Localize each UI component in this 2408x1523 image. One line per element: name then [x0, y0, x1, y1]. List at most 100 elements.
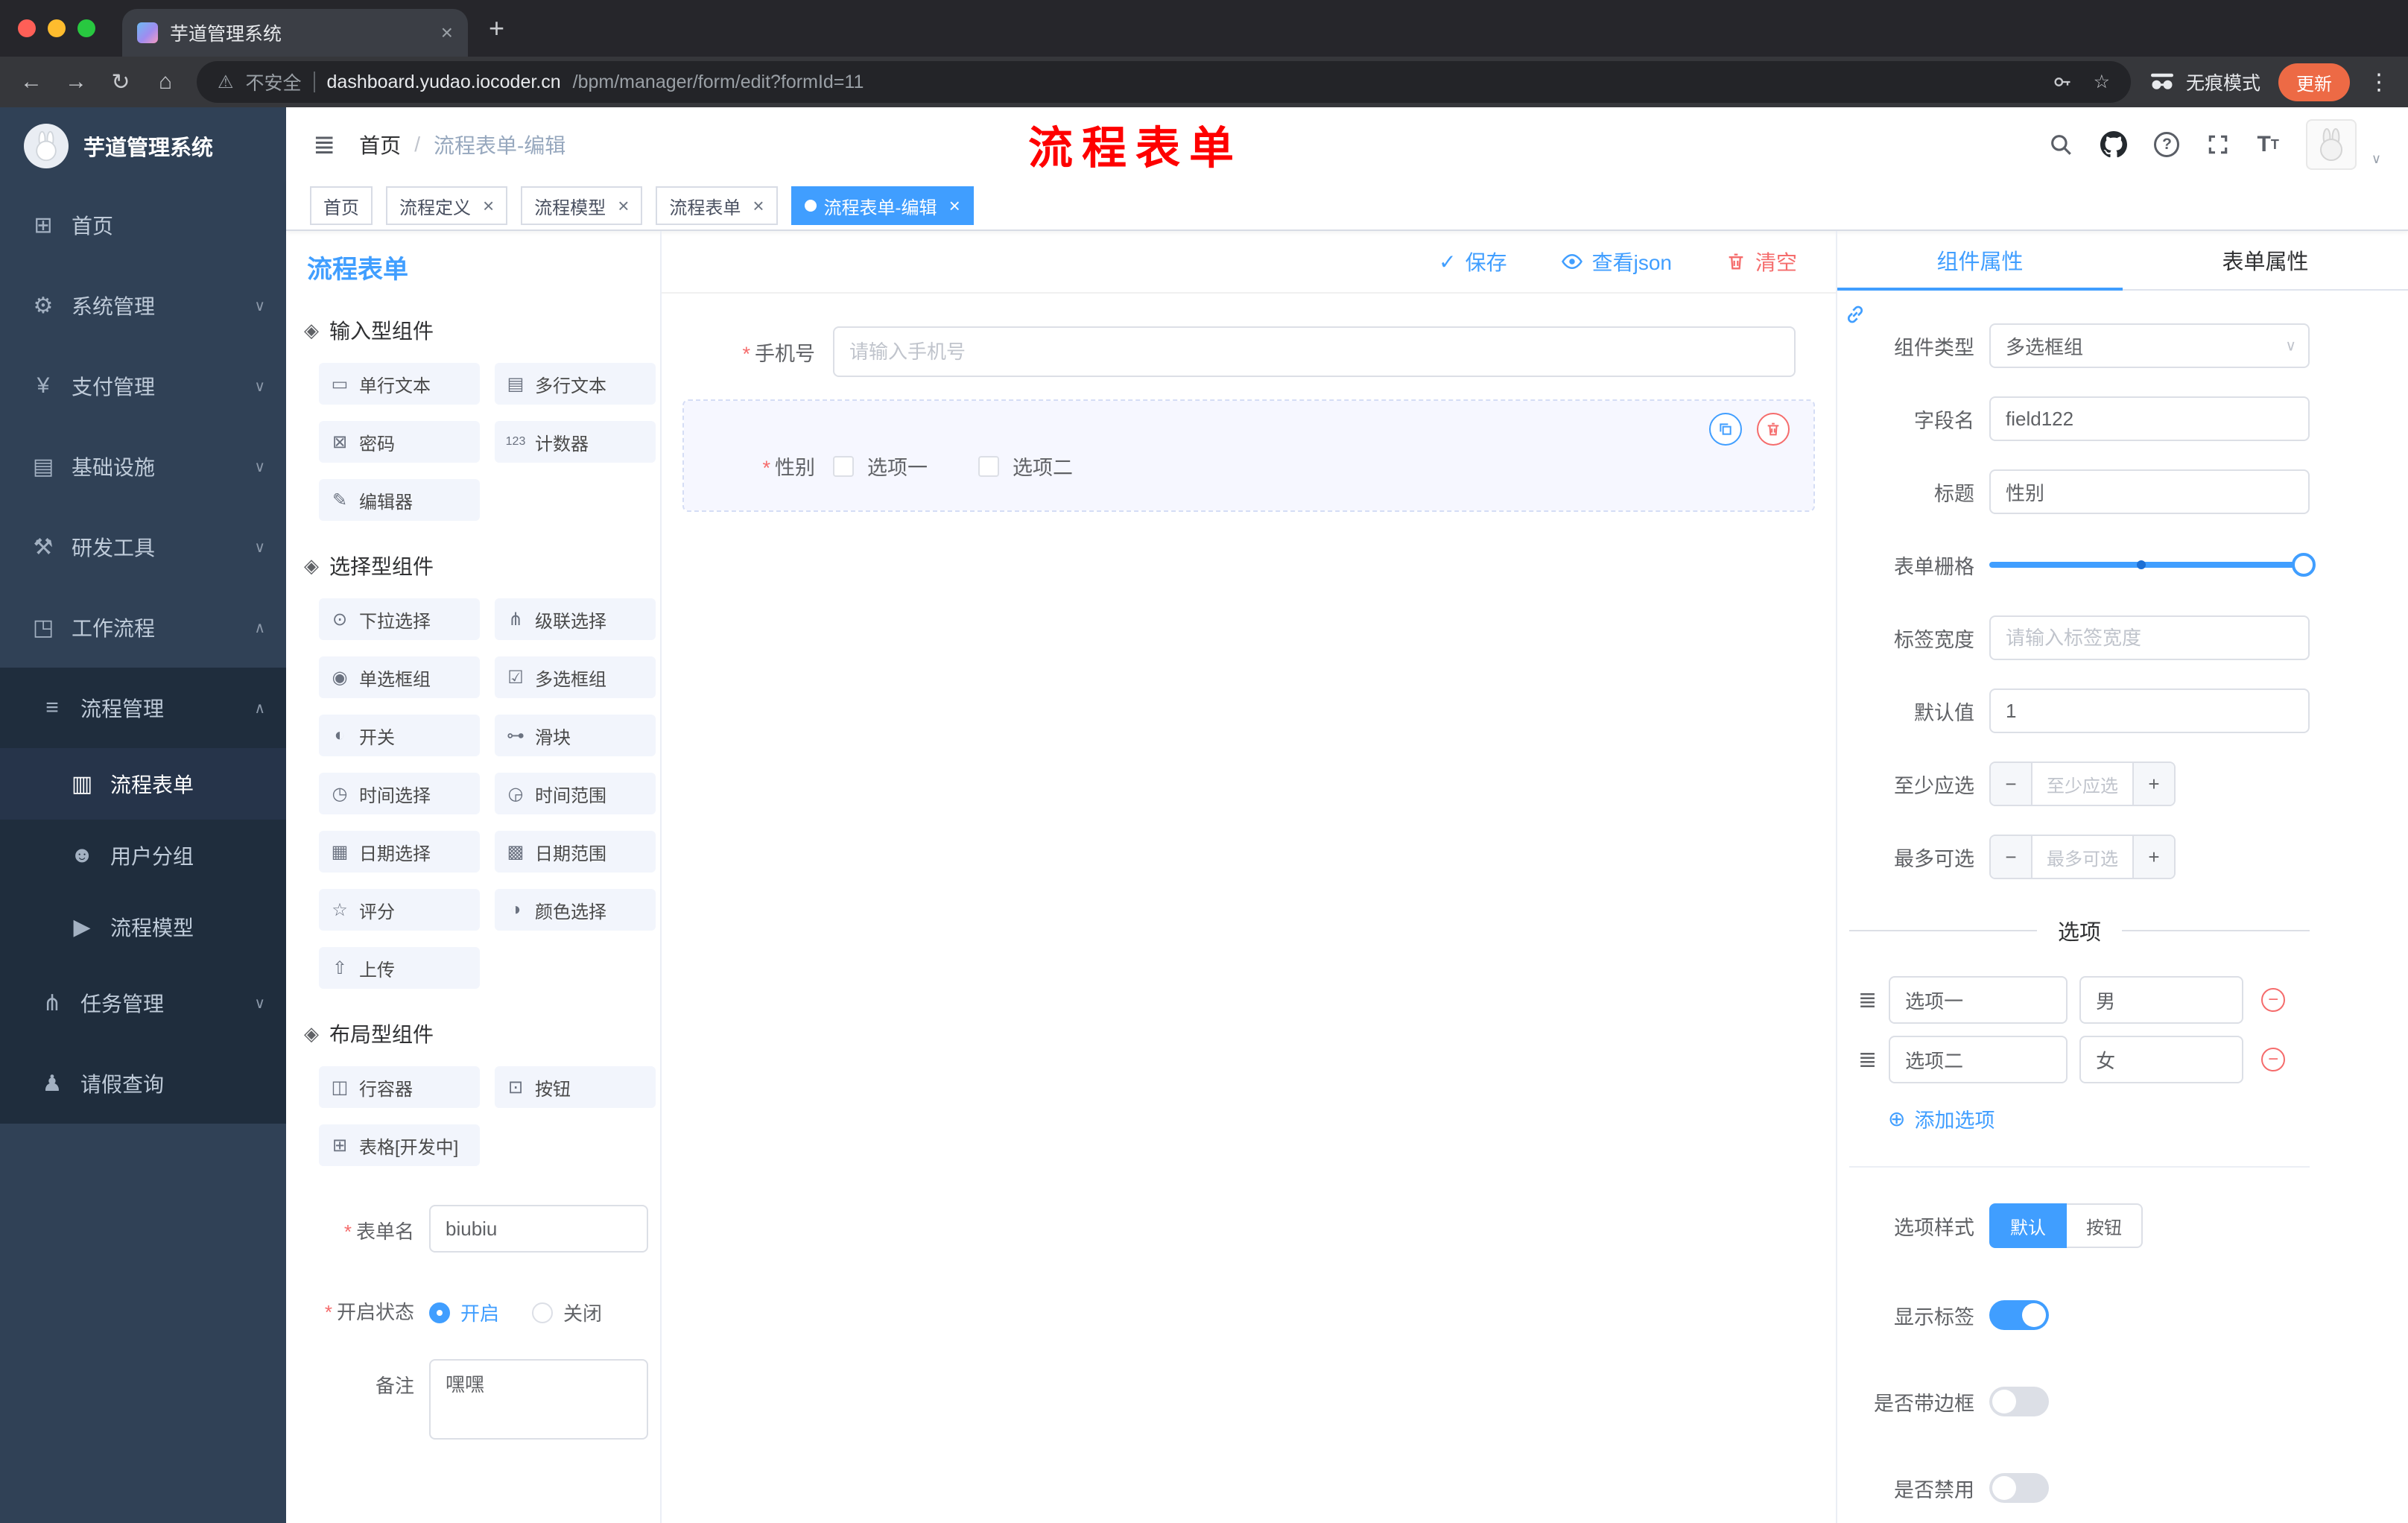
- option2-value-input[interactable]: [2079, 1036, 2244, 1083]
- status-radio-off[interactable]: 关闭: [532, 1299, 602, 1326]
- password-key-icon[interactable]: [2052, 72, 2073, 92]
- palette-item-radio-group[interactable]: ◉ 单选框组: [319, 656, 480, 698]
- address-bar[interactable]: ⚠ 不安全 dashboard.yudao.iocoder.cn /bpm/ma…: [197, 61, 2131, 103]
- tag-process-model[interactable]: 流程模型 ×: [521, 186, 643, 225]
- sidebar-item-workflow[interactable]: ◳ 工作流程 ∧: [0, 587, 286, 668]
- form-grid-slider[interactable]: [1989, 553, 2316, 577]
- max-select-value[interactable]: 最多可选: [2032, 836, 2132, 878]
- gender-checkbox-option2[interactable]: 选项二: [978, 452, 1073, 481]
- window-close-button[interactable]: [18, 19, 36, 37]
- copy-component-button[interactable]: [1709, 413, 1742, 446]
- sidebar-item-process-model[interactable]: ▶ 流程模型: [0, 891, 286, 963]
- palette-item-single-line-text[interactable]: ▭ 单行文本: [319, 363, 480, 405]
- sidebar-item-home[interactable]: ⊞ 首页: [0, 185, 286, 265]
- window-minimize-button[interactable]: [48, 19, 66, 37]
- disabled-toggle[interactable]: [1989, 1473, 2049, 1503]
- avatar[interactable]: [2305, 119, 2357, 170]
- back-icon[interactable]: ←: [18, 69, 45, 95]
- palette-item-counter[interactable]: 123 计数器: [495, 421, 656, 463]
- sidebar-item-process-form[interactable]: ▥ 流程表单: [0, 748, 286, 820]
- palette-item-color-picker[interactable]: ◑ 颜色选择: [495, 889, 656, 931]
- palette-item-cascader[interactable]: ⋔ 级联选择: [495, 598, 656, 640]
- sidebar-item-system[interactable]: ⚙ 系统管理 ∨: [0, 265, 286, 346]
- close-icon[interactable]: ×: [483, 194, 494, 218]
- close-icon[interactable]: ×: [752, 194, 764, 218]
- form-field-gender[interactable]: * 性别 选项一 选项二: [682, 399, 1815, 512]
- palette-item-select[interactable]: ⊙ 下拉选择: [319, 598, 480, 640]
- sidebar-item-devtools[interactable]: ⚒ 研发工具 ∨: [0, 507, 286, 587]
- phone-input[interactable]: [833, 326, 1796, 377]
- increase-button[interactable]: +: [2132, 836, 2174, 878]
- palette-item-date-range[interactable]: ▩ 日期范围: [495, 831, 656, 873]
- sidebar-item-payment[interactable]: ¥ 支付管理 ∨: [0, 346, 286, 426]
- palette-item-table[interactable]: ⊞ 表格[开发中]: [319, 1124, 480, 1166]
- sidebar-item-infrastructure[interactable]: ▤ 基础设施 ∨: [0, 426, 286, 507]
- window-zoom-button[interactable]: [77, 19, 95, 37]
- drag-handle-icon[interactable]: ≣: [1858, 987, 1877, 1013]
- label-width-input[interactable]: [1989, 615, 2310, 660]
- form-name-input[interactable]: [429, 1205, 648, 1253]
- option1-label-input[interactable]: [1889, 976, 2068, 1024]
- field-name-input[interactable]: [1989, 396, 2310, 441]
- palette-item-password[interactable]: ⊠ 密码: [319, 421, 480, 463]
- checkbox-icon[interactable]: [833, 455, 854, 477]
- palette-item-time-range[interactable]: ◶ 时间范围: [495, 773, 656, 814]
- palette-item-rate[interactable]: ☆ 评分: [319, 889, 480, 931]
- forward-icon[interactable]: →: [63, 69, 89, 95]
- bookmark-star-icon[interactable]: ☆: [2094, 71, 2110, 93]
- option1-value-input[interactable]: [2079, 976, 2244, 1024]
- sidebar-item-task-management[interactable]: ⋔ 任务管理 ∨: [0, 963, 286, 1043]
- fullscreen-icon[interactable]: [2206, 133, 2230, 156]
- close-icon[interactable]: ×: [949, 194, 960, 218]
- tab-close-icon[interactable]: ×: [441, 21, 453, 45]
- checkbox-icon[interactable]: [978, 455, 999, 477]
- font-size-icon[interactable]: TT: [2257, 132, 2278, 157]
- browser-tab[interactable]: 芋道管理系统 ×: [122, 9, 468, 57]
- palette-item-checkbox-group[interactable]: ☑ 多选框组: [495, 656, 656, 698]
- decrease-button[interactable]: −: [1991, 763, 2032, 805]
- sidebar-collapse-icon[interactable]: ≣: [313, 129, 335, 160]
- reload-icon[interactable]: ↻: [107, 69, 134, 95]
- link-icon[interactable]: [1843, 303, 1867, 332]
- show-label-toggle[interactable]: [1989, 1300, 2049, 1330]
- sidebar-item-user-group[interactable]: ☻ 用户分组: [0, 820, 286, 891]
- increase-button[interactable]: +: [2132, 763, 2174, 805]
- tag-process-form[interactable]: 流程表单 ×: [656, 186, 778, 225]
- tag-home[interactable]: 首页: [310, 186, 373, 225]
- help-icon[interactable]: ?: [2154, 132, 2180, 157]
- decrease-button[interactable]: −: [1991, 836, 2032, 878]
- remove-option-button[interactable]: −: [2261, 988, 2286, 1012]
- component-type-select[interactable]: 多选框组 ∨: [1989, 323, 2310, 368]
- tag-process-form-edit[interactable]: 流程表单-编辑 ×: [790, 186, 974, 225]
- title-input[interactable]: [1989, 469, 2310, 514]
- slider-handle[interactable]: [2292, 553, 2316, 577]
- drag-handle-icon[interactable]: ≣: [1858, 1047, 1877, 1073]
- palette-item-upload[interactable]: ⇧ 上传: [319, 947, 480, 989]
- palette-item-slider[interactable]: ⊶ 滑块: [495, 715, 656, 756]
- tag-process-definition[interactable]: 流程定义 ×: [386, 186, 508, 225]
- add-option-button[interactable]: ⊕ 添加选项: [1888, 1104, 2310, 1133]
- view-json-button[interactable]: 查看json: [1561, 247, 1672, 276]
- with-border-toggle[interactable]: [1989, 1387, 2049, 1416]
- clear-button[interactable]: 清空: [1726, 247, 1797, 276]
- browser-menu-icon[interactable]: ⋮: [2368, 69, 2390, 95]
- palette-item-editor[interactable]: ✎ 编辑器: [319, 479, 480, 521]
- option2-label-input[interactable]: [1889, 1036, 2068, 1083]
- palette-item-switch[interactable]: ◐ 开关: [319, 715, 480, 756]
- tab-form-properties[interactable]: 表单属性: [2123, 231, 2408, 289]
- new-tab-button[interactable]: +: [489, 13, 504, 44]
- gender-checkbox-option1[interactable]: 选项一: [833, 452, 928, 481]
- browser-update-button[interactable]: 更新: [2278, 63, 2350, 101]
- sidebar-item-leave-query[interactable]: ♟ 请假查询: [0, 1043, 286, 1124]
- avatar-caret-icon[interactable]: ∨: [2371, 151, 2381, 170]
- min-select-value[interactable]: 至少应选: [2032, 763, 2132, 805]
- palette-item-time-picker[interactable]: ◷ 时间选择: [319, 773, 480, 814]
- form-field-phone[interactable]: * 手机号: [684, 311, 1813, 392]
- palette-item-row-container[interactable]: ◫ 行容器: [319, 1066, 480, 1108]
- status-radio-on[interactable]: 开启: [429, 1299, 499, 1326]
- github-icon[interactable]: [2100, 131, 2128, 158]
- default-value-input[interactable]: [1989, 688, 2310, 733]
- palette-item-multi-line-text[interactable]: ▤ 多行文本: [495, 363, 656, 405]
- style-default-button[interactable]: 默认: [1989, 1203, 2067, 1248]
- remove-option-button[interactable]: −: [2261, 1048, 2286, 1071]
